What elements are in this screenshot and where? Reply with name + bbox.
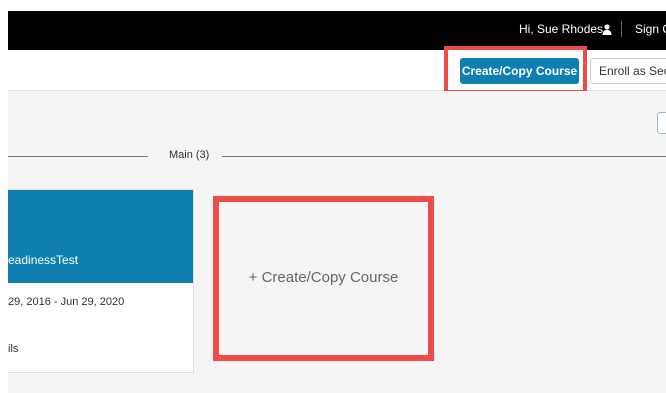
course-card[interactable]: eadinessTest 29, 2016 - Jun 29, 2020 ils: [8, 189, 194, 373]
sign-out-link[interactable]: Sign O: [635, 22, 666, 36]
create-copy-course-card-label: + Create/Copy Course: [248, 269, 399, 286]
page: Hi, Sue Rhodes Sign O Create/Copy Course…: [0, 0, 666, 393]
course-dates: 29, 2016 - Jun 29, 2020: [8, 296, 125, 308]
view-toggle-button[interactable]: [657, 112, 666, 134]
section-divider-right: [222, 156, 666, 157]
enroll-as-section-button[interactable]: Enroll as Sect: [590, 58, 666, 84]
create-copy-course-card[interactable]: + Create/Copy Course: [213, 196, 434, 361]
section-label: Main (3): [169, 149, 210, 161]
section-divider-left: [8, 156, 148, 157]
course-name[interactable]: eadinessTest: [8, 253, 78, 267]
user-icon: [602, 24, 612, 35]
user-greeting[interactable]: Hi, Sue Rhodes: [519, 22, 603, 36]
course-details-link[interactable]: ils: [8, 343, 18, 355]
highlight-outline: [444, 46, 587, 94]
course-card-header[interactable]: eadinessTest: [8, 190, 193, 283]
topbar-separator: [621, 21, 622, 37]
